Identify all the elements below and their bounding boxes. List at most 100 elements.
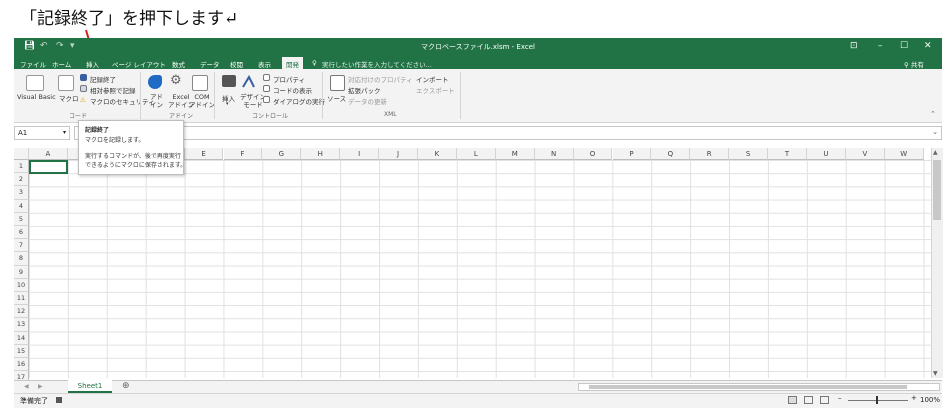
formula-input[interactable]: ⌄: [74, 126, 942, 140]
zoom-level[interactable]: 100%: [920, 396, 940, 404]
page-layout-view-icon[interactable]: [804, 396, 813, 404]
zoom-in-icon[interactable]: +: [911, 394, 917, 402]
add-sheet-button[interactable]: ⊕: [122, 381, 130, 391]
tab-page-layout[interactable]: ページ レイアウト: [112, 59, 166, 69]
normal-view-icon[interactable]: [788, 396, 797, 404]
column-header[interactable]: I: [340, 148, 380, 160]
column-header[interactable]: M: [495, 148, 535, 160]
share-button[interactable]: ⚲ 共有: [904, 59, 924, 69]
column-header[interactable]: U: [807, 148, 846, 160]
column-header[interactable]: A: [29, 148, 68, 160]
column-header[interactable]: E: [184, 148, 224, 160]
column-header[interactable]: L: [456, 148, 496, 160]
scroll-thumb[interactable]: [933, 160, 941, 220]
tab-home[interactable]: ホーム: [52, 59, 71, 69]
minimize-button[interactable]: –: [878, 41, 883, 51]
xml-source-button[interactable]: ソース: [327, 93, 346, 103]
row-header[interactable]: 15: [14, 344, 29, 358]
ribbon-display-options-icon[interactable]: ⊡: [850, 41, 858, 51]
expansion-packs-button[interactable]: 拡張パック: [348, 85, 381, 95]
macro-icon[interactable]: [58, 75, 74, 91]
column-header[interactable]: F: [223, 148, 263, 160]
tab-insert[interactable]: 挿入: [86, 59, 99, 69]
relative-reference-icon[interactable]: [80, 85, 87, 92]
sheet-tab-sheet1[interactable]: Sheet1: [68, 380, 112, 393]
scroll-down-icon[interactable]: ▼: [933, 370, 938, 377]
tell-me-search[interactable]: 実行したい作業を入力してください...: [322, 59, 432, 69]
scroll-up-icon[interactable]: ▲: [933, 149, 938, 156]
zoom-slider[interactable]: [848, 400, 908, 401]
tab-file[interactable]: ファイル: [20, 59, 46, 69]
worksheet-grid[interactable]: ABCDEFGHIJKLMNOPQRSTUVW 1234567891011121…: [14, 148, 943, 385]
visual-basic-button[interactable]: Visual Basic: [17, 93, 56, 101]
tab-view[interactable]: 表示: [258, 59, 271, 69]
stop-recording-button[interactable]: 記録終了: [90, 74, 116, 84]
xml-import-button[interactable]: インポート: [416, 74, 449, 84]
zoom-out-icon[interactable]: –: [838, 394, 842, 402]
column-header[interactable]: K: [418, 148, 457, 160]
column-header[interactable]: W: [884, 148, 924, 160]
select-all-corner[interactable]: [14, 148, 29, 160]
row-header[interactable]: 16: [14, 358, 29, 372]
macros-button[interactable]: マクロ: [59, 93, 79, 103]
column-header[interactable]: N: [534, 148, 574, 160]
collapse-ribbon-icon[interactable]: ⌃: [930, 110, 936, 118]
properties-button[interactable]: プロパティ: [273, 74, 305, 84]
column-header[interactable]: J: [379, 148, 418, 160]
column-header[interactable]: S: [729, 148, 769, 160]
refresh-data-button[interactable]: データの更新: [348, 96, 387, 106]
toolbox-icon[interactable]: [222, 75, 236, 87]
row-header[interactable]: 2: [14, 173, 29, 187]
relative-reference-button[interactable]: 相対参照で記録: [90, 85, 136, 95]
row-header[interactable]: 10: [14, 278, 29, 292]
visual-basic-icon[interactable]: [26, 75, 44, 91]
horizontal-scrollbar[interactable]: [578, 383, 940, 391]
addins-button[interactable]: アド イン: [150, 93, 163, 109]
expand-formula-bar-icon[interactable]: ⌄: [932, 128, 938, 136]
stop-macro-record-icon[interactable]: [56, 397, 62, 403]
xml-export-button[interactable]: エクスポート: [416, 85, 455, 95]
run-dialog-button[interactable]: ダイアログの実行: [273, 96, 325, 106]
row-header[interactable]: 11: [14, 292, 29, 306]
column-header[interactable]: G: [262, 148, 302, 160]
row-header[interactable]: 3: [14, 186, 29, 200]
active-cell-a1[interactable]: [29, 160, 68, 174]
tab-formulas[interactable]: 数式: [172, 59, 185, 69]
row-header[interactable]: 14: [14, 331, 29, 345]
zoom-slider-thumb[interactable]: [876, 396, 878, 404]
xml-source-icon[interactable]: [330, 75, 345, 91]
map-properties-button[interactable]: 対応付けのプロパティ: [348, 74, 413, 84]
column-header[interactable]: Q: [651, 148, 691, 160]
horizontal-scroll-thumb[interactable]: [589, 385, 907, 389]
column-header[interactable]: O: [573, 148, 613, 160]
row-header[interactable]: 6: [14, 226, 29, 240]
stop-recording-icon[interactable]: [80, 74, 87, 81]
com-addins-button[interactable]: COM アドイン: [189, 93, 215, 109]
design-mode-icon[interactable]: [242, 74, 258, 88]
column-header[interactable]: V: [845, 148, 885, 160]
row-header[interactable]: 9: [14, 265, 29, 279]
page-break-view-icon[interactable]: [820, 396, 829, 404]
column-header[interactable]: H: [301, 148, 341, 160]
row-header[interactable]: 7: [14, 239, 29, 253]
column-header[interactable]: R: [690, 148, 730, 160]
vertical-scrollbar[interactable]: ▲ ▼: [931, 148, 943, 378]
macro-security-button[interactable]: マクロのセキュリティ: [90, 96, 155, 106]
cell-area[interactable]: [29, 160, 931, 378]
close-button[interactable]: ✕: [924, 41, 932, 51]
name-box[interactable]: A1 ▾: [14, 126, 70, 140]
tab-data[interactable]: データ: [200, 59, 220, 69]
addins-icon[interactable]: [148, 75, 162, 89]
tab-review[interactable]: 校閲: [230, 59, 243, 69]
column-header[interactable]: T: [768, 148, 807, 160]
maximize-button[interactable]: ☐: [900, 41, 908, 51]
row-header[interactable]: 8: [14, 252, 29, 266]
prev-sheet-icon[interactable]: ◀: [24, 383, 29, 390]
next-sheet-icon[interactable]: ▶: [38, 383, 43, 390]
row-header[interactable]: 13: [14, 318, 29, 332]
row-header[interactable]: 1: [14, 160, 29, 174]
row-header[interactable]: 12: [14, 305, 29, 319]
view-code-button[interactable]: コードの表示: [273, 85, 312, 95]
row-header[interactable]: 4: [14, 199, 29, 213]
column-header[interactable]: P: [612, 148, 652, 160]
